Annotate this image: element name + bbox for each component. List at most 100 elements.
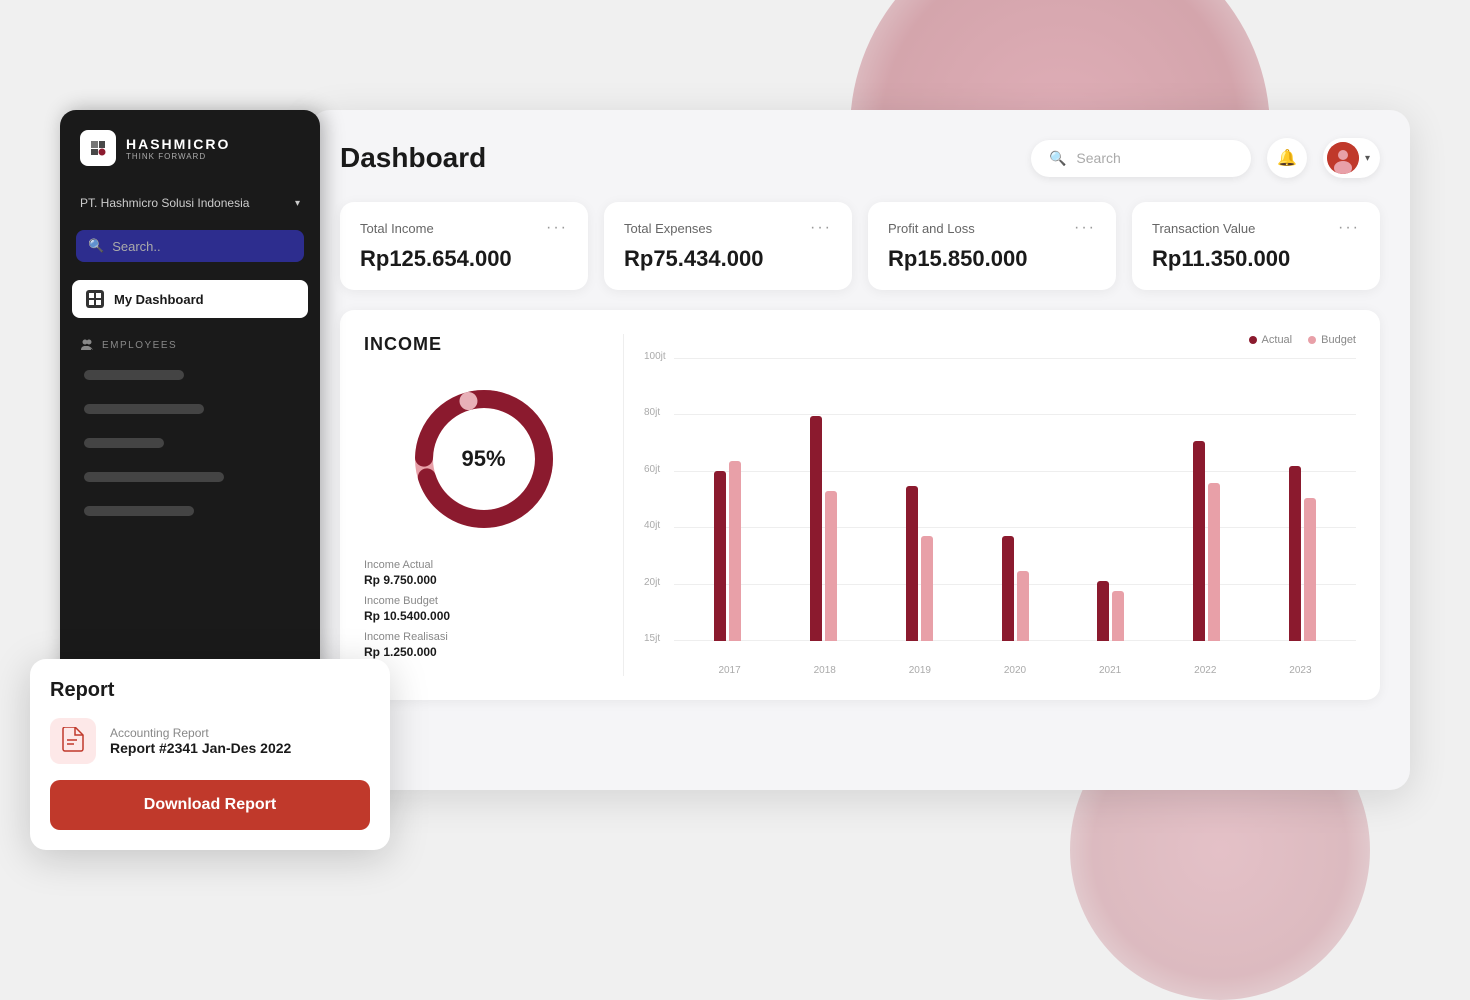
income-realisasi-stat: Income Realisasi Rp 1.250.000 [364,631,603,659]
bar-budget-2022 [1208,483,1220,641]
income-actual-stat: Income Actual Rp 9.750.000 [364,559,603,587]
stat-header-income: Total Income ··· [360,220,568,236]
header-search-input[interactable] [1076,150,1233,166]
legend-budget-label: Budget [1321,334,1356,346]
income-budget-stat: Income Budget Rp 10.5400.000 [364,595,603,623]
sidebar-menu-item-1[interactable] [72,362,308,388]
x-axis: 2017201820192020202120222023 [644,665,1356,676]
sidebar-item-dashboard[interactable]: My Dashboard [72,280,308,318]
sidebar-logo: HASHMICRO THINK FORWARD [60,130,320,186]
stat-more-income[interactable]: ··· [546,220,568,236]
income-stats: Income Actual Rp 9.750.000 Income Budget… [364,559,603,659]
bar-group-2018 [778,358,870,641]
download-report-button[interactable]: Download Report [50,780,370,830]
sidebar-menu-item-2[interactable] [72,396,308,422]
stat-label-income: Total Income [360,221,434,236]
header-search-icon: 🔍 [1049,150,1066,167]
bars-container [674,358,1356,641]
main-content: Dashboard 🔍 🔔 [310,110,1410,790]
report-card: Report Accounting Report Report #2341 Ja… [30,659,390,850]
bar-actual-2021 [1097,581,1109,641]
income-chart-panel: Actual Budget 100jt 80jt 60jt [624,334,1356,676]
bar-actual-2020 [1002,536,1014,641]
bar-actual-2019 [906,486,918,641]
stat-card-profit-loss: Profit and Loss ··· Rp15.850.000 [868,202,1116,290]
income-title: INCOME [364,334,603,355]
income-actual-label: Income Actual [364,559,603,571]
bar-group-2017 [682,358,774,641]
logo-tagline: THINK FORWARD [126,152,230,161]
income-realisasi-label: Income Realisasi [364,631,603,643]
bar-budget-2020 [1017,571,1029,641]
avatar-dropdown-arrow: ▾ [1365,153,1370,164]
legend-actual: Actual [1249,334,1293,346]
report-card-title: Report [50,679,370,702]
donut-percentage-label: 95% [461,446,505,472]
menu-placeholder-1 [84,370,184,380]
bar-actual-2018 [810,416,822,641]
legend-budget: Budget [1308,334,1356,346]
legend-dot-budget [1308,336,1316,344]
bar-budget-2021 [1112,591,1124,641]
income-realisasi-value: Rp 1.250.000 [364,645,603,659]
logo-name: HASHMICRO [126,136,230,152]
menu-placeholder-2 [84,404,204,414]
income-left-panel: INCOME 95% Income Actual R [364,334,624,676]
sidebar-dashboard-label: My Dashboard [114,292,204,307]
stat-more-profit[interactable]: ··· [1074,220,1096,236]
income-section: INCOME 95% Income Actual R [340,310,1380,700]
user-avatar-button[interactable]: ▾ [1323,138,1380,178]
stat-card-total-expenses: Total Expenses ··· Rp75.434.000 [604,202,852,290]
sidebar-search-input[interactable] [112,239,292,254]
notification-button[interactable]: 🔔 [1267,138,1307,178]
stat-label-transaction: Transaction Value [1152,221,1255,236]
report-item: Accounting Report Report #2341 Jan-Des 2… [50,718,370,764]
menu-placeholder-3 [84,438,164,448]
x-label-2023: 2023 [1253,665,1348,676]
menu-placeholder-4 [84,472,224,482]
legend-actual-label: Actual [1262,334,1293,346]
company-selector[interactable]: PT. Hashmicro Solusi Indonesia ▾ [60,186,320,220]
donut-chart-container: 95% [364,379,603,539]
report-file-icon [50,718,96,764]
section-label: EMPLOYEES [102,340,177,351]
stat-header-transaction: Transaction Value ··· [1152,220,1360,236]
x-label-2021: 2021 [1063,665,1158,676]
bar-actual-2017 [714,471,726,641]
income-budget-value: Rp 10.5400.000 [364,609,603,623]
dashboard-icon [86,290,104,308]
sidebar-menu-item-5[interactable] [72,498,308,524]
sidebar-section-employees: EMPLOYEES [60,326,320,358]
header-search-bar[interactable]: 🔍 [1031,140,1251,177]
sidebar-search-icon: 🔍 [88,238,104,254]
stat-label-profit: Profit and Loss [888,221,975,236]
bar-budget-2017 [729,461,741,641]
stat-more-transaction[interactable]: ··· [1338,220,1360,236]
header-right: 🔍 🔔 ▾ [1031,138,1380,178]
x-label-2019: 2019 [872,665,967,676]
bar-budget-2019 [921,536,933,641]
company-name: PT. Hashmicro Solusi Indonesia [80,196,249,210]
bar-chart-inner: 100jt 80jt 60jt 40jt 20jt 15jt [644,358,1356,661]
stat-value-profit: Rp15.850.000 [888,246,1096,272]
stat-value-transaction: Rp11.350.000 [1152,246,1360,272]
sidebar-menu-item-3[interactable] [72,430,308,456]
sidebar-search-bar[interactable]: 🔍 [76,230,304,262]
income-budget-label: Income Budget [364,595,603,607]
bar-group-2019 [873,358,965,641]
stat-label-expenses: Total Expenses [624,221,712,236]
bar-actual-2022 [1193,441,1205,641]
stat-card-total-income: Total Income ··· Rp125.654.000 [340,202,588,290]
stats-row: Total Income ··· Rp125.654.000 Total Exp… [340,202,1380,290]
x-label-2017: 2017 [682,665,777,676]
sidebar-menu-item-4[interactable] [72,464,308,490]
report-info: Accounting Report Report #2341 Jan-Des 2… [110,726,291,756]
stat-header-expenses: Total Expenses ··· [624,220,832,236]
bar-group-2023 [1256,358,1348,641]
bar-budget-2023 [1304,498,1316,641]
stat-more-expenses[interactable]: ··· [810,220,832,236]
stat-value-income: Rp125.654.000 [360,246,568,272]
bar-actual-2023 [1289,466,1301,641]
stat-header-profit: Profit and Loss ··· [888,220,1096,236]
report-type: Accounting Report [110,726,291,740]
